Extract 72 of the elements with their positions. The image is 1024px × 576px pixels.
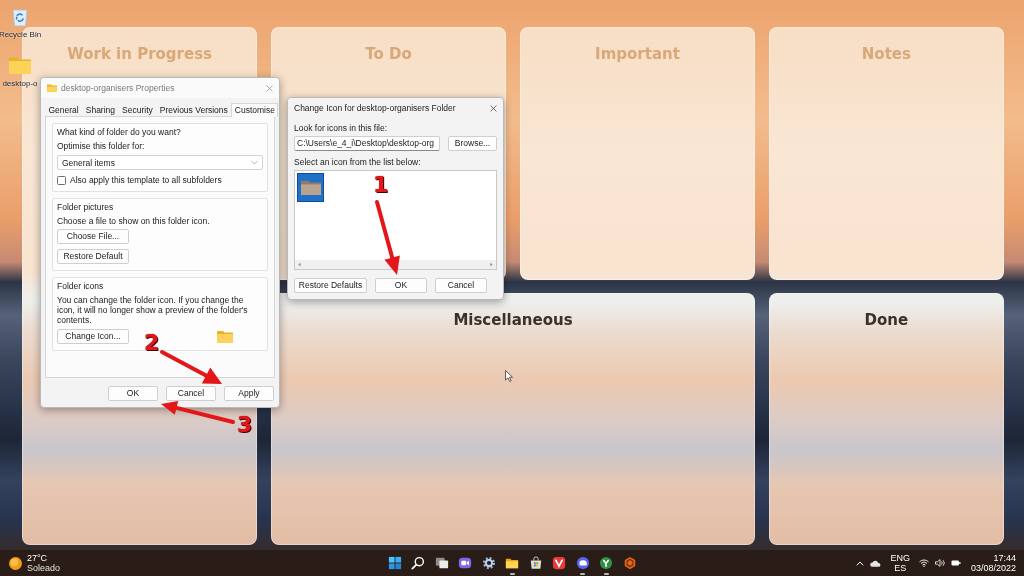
tile-title: Miscellaneous (453, 310, 573, 329)
group-legend: Folder icons (57, 281, 104, 291)
settings-icon[interactable] (481, 556, 496, 570)
restore-default-button[interactable]: Restore Default (57, 249, 129, 264)
choose-file-button[interactable]: Choose File... (57, 229, 129, 244)
clock-date[interactable]: 03/08/2022 (970, 563, 1016, 573)
tile-title: Done (864, 310, 909, 329)
field-label: Look for icons in this file: (294, 123, 388, 133)
ok-button[interactable]: OK (375, 278, 427, 293)
round-app-icon[interactable] (575, 556, 590, 570)
tile-title: Work in Progress (67, 45, 213, 63)
checkbox[interactable] (57, 175, 66, 185)
wifi-icon[interactable] (918, 559, 929, 567)
chevron-up-icon[interactable] (856, 560, 865, 566)
tab[interactable]: General (45, 103, 83, 117)
start-icon[interactable] (387, 556, 402, 570)
folder-icon (300, 180, 321, 195)
icon-list-item[interactable] (297, 173, 324, 202)
group-legend: Folder pictures (57, 202, 114, 212)
icon-list[interactable] (294, 170, 497, 270)
ok-button[interactable]: OK (108, 386, 158, 401)
step-number: 2 (144, 330, 160, 356)
cancel-button[interactable]: Cancel (166, 386, 216, 401)
step-number: 1 (373, 172, 389, 198)
browse-button[interactable]: Browse... (448, 136, 497, 151)
folder-icon[interactable] (505, 556, 519, 570)
tile-title: Important (595, 45, 680, 63)
task-view-icon[interactable] (434, 556, 449, 570)
cancel-button[interactable]: Cancel (435, 278, 487, 293)
speaker-icon[interactable] (934, 559, 945, 567)
window-title: Change Icon for desktop-organisers Folder (294, 103, 457, 113)
tab[interactable]: Sharing (82, 103, 119, 117)
search-icon[interactable] (411, 556, 425, 570)
rounded-square-app-icon[interactable] (552, 556, 566, 570)
clock-time[interactable]: 17:44 (993, 553, 1016, 563)
desktop-icon-label[interactable]: Recycle Bin (0, 30, 42, 40)
shopping-bag-icon[interactable] (528, 556, 543, 570)
tile-title: Notes (861, 45, 911, 63)
input-language[interactable]: ENG (890, 553, 910, 563)
folder-icon (47, 84, 57, 92)
tab[interactable]: Previous Versions (156, 103, 232, 117)
battery-icon[interactable] (950, 559, 961, 567)
close-icon[interactable] (490, 104, 497, 112)
tile-title: To Do (365, 45, 412, 63)
keyboard-layout[interactable]: ES (894, 563, 907, 573)
change-icon-button[interactable]: Change Icon... (57, 329, 129, 344)
weather-temperature[interactable]: 27°C (27, 553, 61, 563)
field-label: Optimise this folder for: (57, 141, 145, 151)
checkbox-label[interactable]: Also apply this template to all subfolders (70, 175, 222, 185)
description-text: Choose a file to show on this folder icon. (57, 216, 210, 226)
desktop-icon-label[interactable]: desktop-o (2, 79, 38, 89)
weather-condition[interactable]: Soleado (27, 563, 61, 573)
restore-defaults-button[interactable]: Restore Defaults (294, 278, 367, 293)
tab[interactable]: Security (118, 103, 157, 117)
sun-icon[interactable] (9, 556, 22, 570)
group-legend: What kind of folder do you want? (57, 127, 181, 137)
video-chat-icon[interactable] (458, 556, 472, 570)
hexagon-app-icon[interactable] (622, 556, 637, 570)
tab[interactable]: Customise (231, 103, 279, 117)
fork-circle-app-icon[interactable] (599, 556, 613, 570)
window-title: desktop-organisers Properties (61, 83, 176, 93)
chevron-down-icon (251, 160, 258, 165)
step-number: 3 (237, 412, 253, 438)
description-text: You can change the folder icon. If you change the icon, it will no longer show a preview of the folder's contents. (57, 295, 249, 325)
field-label: Select an icon from the list below: (294, 157, 421, 167)
mouse-pointer-icon (505, 370, 513, 382)
cloud-icon[interactable] (870, 559, 882, 567)
folder-type-dropdown[interactable]: General items (57, 155, 263, 170)
recycle-bin-icon[interactable] (11, 7, 29, 27)
apply-button[interactable]: Apply (224, 386, 274, 401)
folder-icon (217, 330, 233, 343)
file-path-field[interactable]: C:\Users\e_4_i\Desktop\desktop-org (294, 136, 440, 151)
